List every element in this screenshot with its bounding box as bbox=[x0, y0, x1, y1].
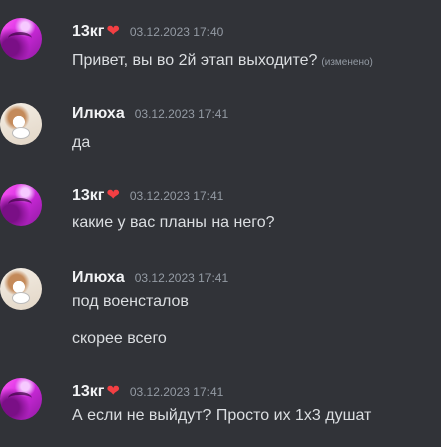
message-line: Привет, вы во 2й этап выходите? bbox=[72, 52, 318, 69]
avatar[interactable] bbox=[0, 103, 42, 145]
timestamp[interactable]: 03.12.2023 17:41 bbox=[130, 385, 223, 399]
message-line: да bbox=[72, 134, 91, 151]
message-line: под военсталов bbox=[72, 293, 189, 310]
message-line: А если не выйдут? Просто их 1х3 душат bbox=[72, 407, 372, 424]
message-line: какие у вас планы на него? bbox=[72, 214, 275, 231]
avatar[interactable] bbox=[0, 268, 42, 310]
username[interactable]: 13кг bbox=[72, 187, 104, 205]
timestamp[interactable]: 03.12.2023 17:40 bbox=[130, 25, 223, 39]
avatar[interactable] bbox=[0, 184, 42, 226]
red-heart-icon: ❤ bbox=[106, 23, 120, 40]
chat-message-list: 13кг ❤ 03.12.2023 17:40 Привет, вы во 2й… bbox=[0, 0, 441, 447]
username[interactable]: Илюха bbox=[72, 269, 125, 287]
timestamp[interactable]: 03.12.2023 17:41 bbox=[135, 107, 228, 121]
edited-label[interactable]: (изменено) bbox=[321, 57, 372, 68]
message-text: Привет, вы во 2й этап выходите? (изменено… bbox=[72, 52, 373, 70]
username[interactable]: 13кг bbox=[72, 383, 104, 401]
timestamp[interactable]: 03.12.2023 17:41 bbox=[135, 271, 228, 285]
avatar[interactable] bbox=[0, 378, 42, 420]
username[interactable]: Илюха bbox=[72, 105, 125, 123]
red-heart-icon: ❤ bbox=[106, 187, 120, 204]
username[interactable]: 13кг bbox=[72, 23, 104, 41]
avatar[interactable] bbox=[0, 18, 42, 60]
timestamp[interactable]: 03.12.2023 17:41 bbox=[130, 189, 223, 203]
red-heart-icon: ❤ bbox=[106, 383, 120, 400]
message-line: скорее всего bbox=[72, 330, 167, 347]
